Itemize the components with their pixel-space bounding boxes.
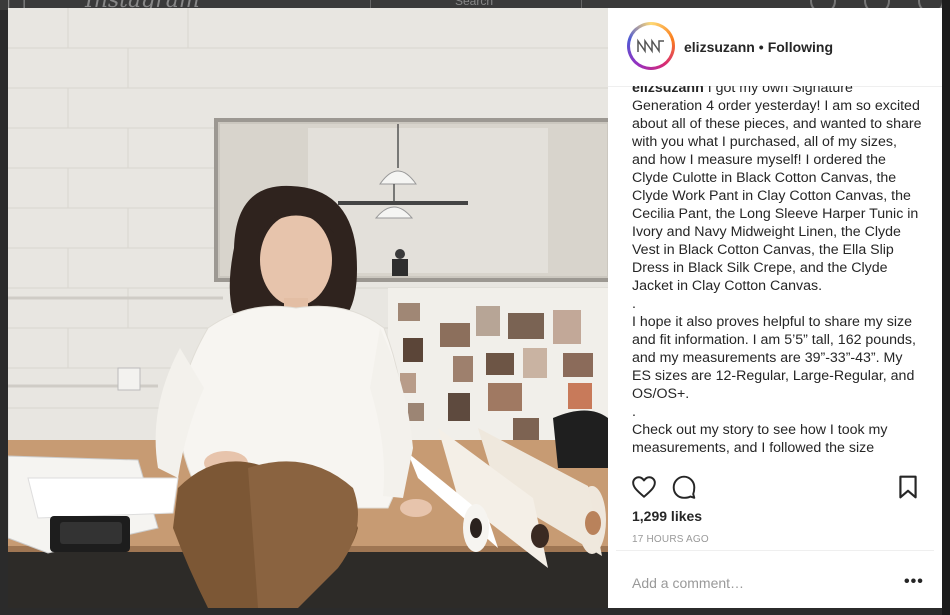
comment-section: ••• [616,550,934,609]
post-photo[interactable] [8,8,608,608]
post-timestamp[interactable]: 17 HOURS AGO [632,534,709,545]
caption-paragraph: I hope it also proves helpful to share m… [632,314,916,402]
caption-paragraph: elizsuzann I got my own Signature Generat… [632,86,922,295]
post-photo-illustration [8,8,608,608]
background-search-placeholder: Search [455,0,494,8]
caption-separator: . [632,404,636,420]
avatar-image [630,25,672,67]
post-author: elizsuzann • Following [684,39,833,55]
es-logo-icon [637,38,664,54]
comment-icon[interactable] [671,474,697,500]
action-bar [608,464,942,504]
bookmark-icon[interactable] [895,474,921,500]
caption-username-link[interactable]: elizsuzann [632,86,704,96]
post-side-panel: elizsuzann • Following elizsuzann I got my … [608,8,942,608]
author-username-link[interactable]: elizsuzann [684,39,755,55]
more-options-icon[interactable]: ••• [904,573,924,591]
caption-text: I got my own Signature Generation 4 orde… [632,86,922,294]
post-caption: elizsuzann I got my own Signature Generat… [632,86,922,464]
caption-separator: . [632,296,636,312]
post-header: elizsuzann • Following [608,8,942,87]
following-button[interactable]: Following [768,39,833,55]
heart-icon[interactable] [631,474,657,500]
avatar[interactable] [627,22,675,70]
follow-separator: • [758,39,764,55]
overlay-edge [942,0,950,615]
likes-count[interactable]: 1,299 likes [632,508,702,524]
comment-input[interactable] [632,575,892,591]
caption-paragraph: Check out my story to see how I took my … [632,422,888,456]
